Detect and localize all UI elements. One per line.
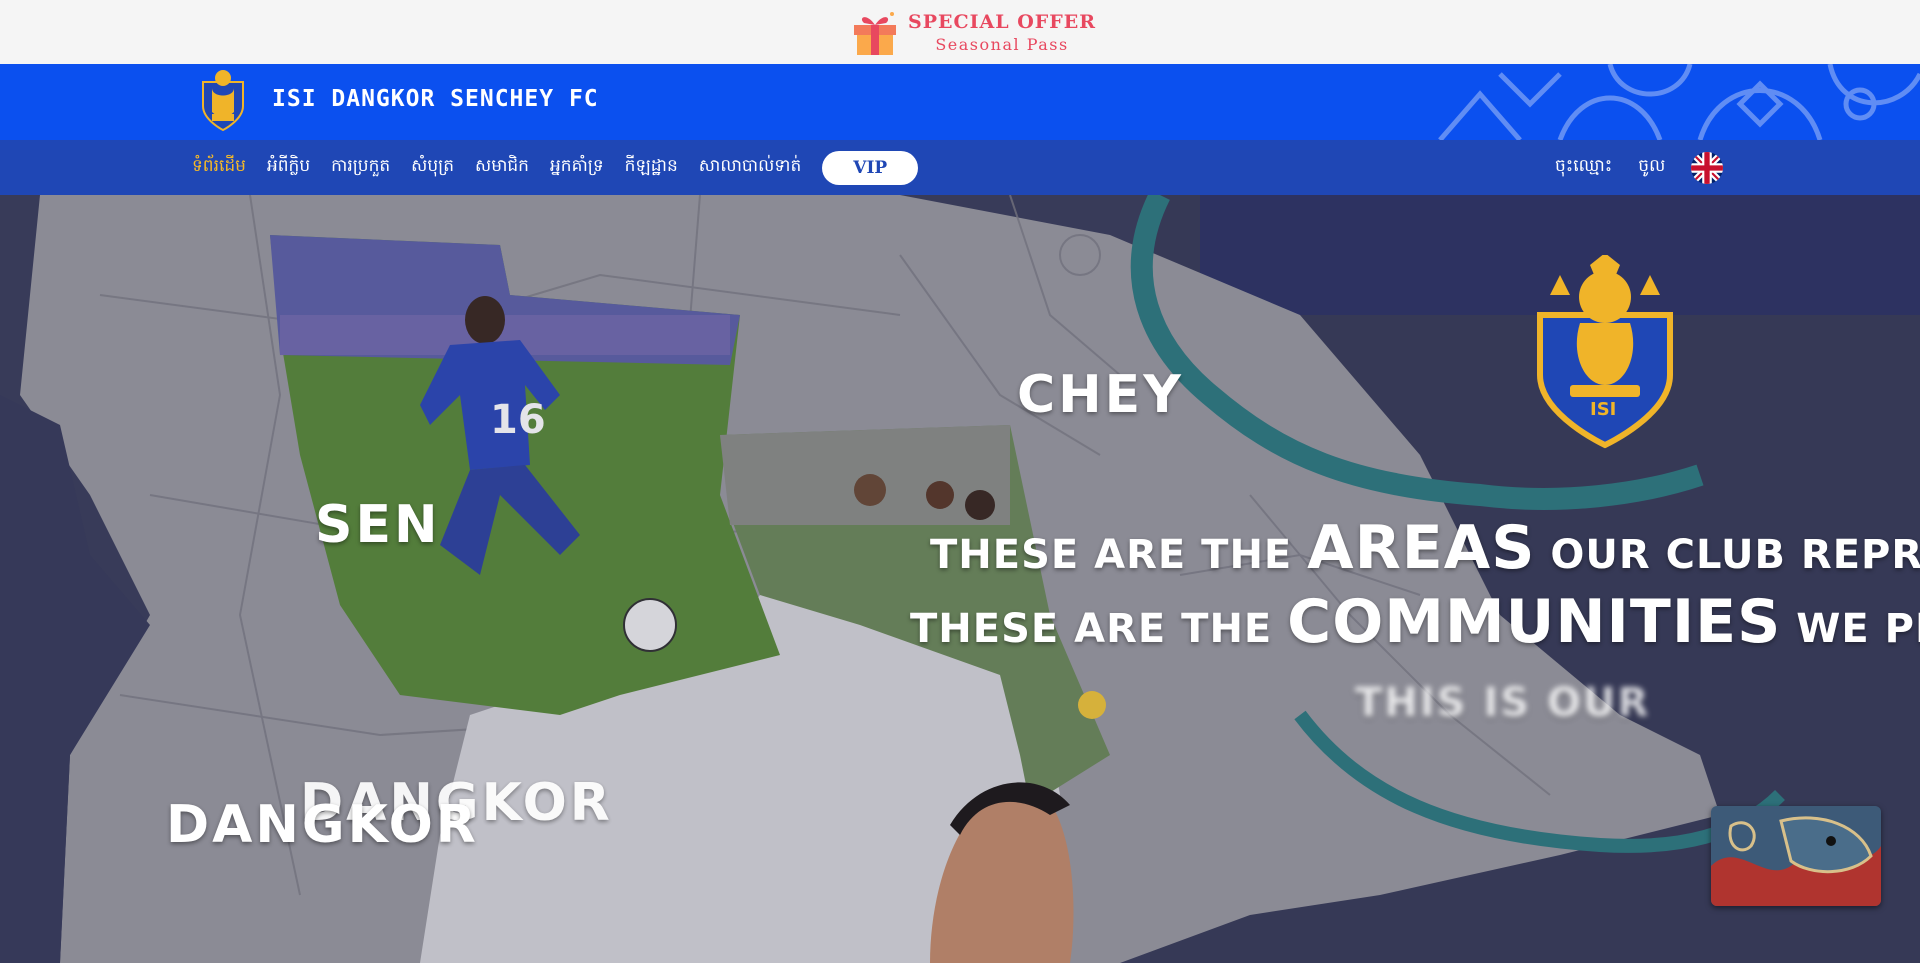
gift-icon — [850, 8, 900, 56]
hero-tagline-line2: THESE ARE THE COMMUNITIES WE PLAY FOR, — [910, 587, 1920, 657]
promo-title: SPECIAL OFFER — [908, 10, 1097, 33]
nav-item-matches[interactable]: ការប្រកួត — [331, 155, 390, 180]
promo-subtitle: Seasonal Pass — [935, 34, 1069, 54]
hero-section: 16 CHEY SEN DANGKOR DANGKOR THESE ARE TH… — [0, 195, 1920, 963]
main-nav: ទំព័រដើម អំពីក្លិប ការប្រកួត សំបុត្រ សមា… — [0, 140, 1920, 195]
promo-bar: SPECIAL OFFER Seasonal Pass — [0, 0, 1920, 64]
nav-item-fans[interactable]: អ្នកគាំទ្រ — [550, 155, 604, 180]
area-label-chey: CHEY — [1017, 365, 1184, 425]
floating-video-thumbnail[interactable] — [1711, 806, 1881, 906]
club-crest: ISI — [1530, 253, 1680, 451]
tagline-line1-end: OUR CLUB REPRESENTS, — [1550, 532, 1920, 578]
nav-item-about[interactable]: អំពីក្លិប — [267, 155, 310, 180]
login-link[interactable]: ចូល — [1638, 155, 1665, 180]
nav-item-academy[interactable]: សាលាបាល់ទាត់ — [699, 155, 802, 180]
svg-text:ISI: ISI — [1590, 399, 1616, 420]
brand-header: ISI DANGKOR SENCHEY FC — [0, 64, 1920, 140]
register-link[interactable]: ចុះឈ្មោះ — [1555, 155, 1612, 180]
tagline-line2-end: WE PLAY FOR, — [1796, 606, 1920, 652]
tagline-line2-start: THESE ARE THE — [910, 606, 1288, 652]
area-label-dangkor: DANGKOR — [166, 795, 479, 855]
uk-flag-icon[interactable] — [1691, 151, 1724, 184]
area-label-sen: SEN — [315, 495, 441, 555]
special-offer-banner[interactable]: SPECIAL OFFER Seasonal Pass — [850, 8, 1096, 56]
club-logo[interactable] — [198, 68, 248, 134]
nav-item-tickets[interactable]: សំបុត្រ — [411, 155, 454, 180]
nav-item-stadium[interactable]: កីឡដ្ឋាន — [625, 155, 678, 180]
tagline-line2-emphasis: COMMUNITIES — [1287, 587, 1782, 657]
tagline-line1-start: THESE ARE THE — [930, 532, 1308, 578]
club-name[interactable]: ISI DANGKOR SENCHEY FC — [272, 86, 599, 112]
tagline-line1-emphasis: AREAS — [1307, 513, 1536, 583]
hero-tagline-line3: THIS IS OUR — [1355, 680, 1651, 726]
nav-item-members[interactable]: សមាជិក — [475, 155, 529, 180]
ornament-pattern — [1438, 64, 1920, 140]
nav-item-home[interactable]: ទំព័រដើម — [192, 155, 246, 180]
vip-button[interactable]: VIP — [822, 150, 919, 185]
hero-tagline-line1: THESE ARE THE AREAS OUR CLUB REPRESENTS, — [930, 513, 1920, 583]
